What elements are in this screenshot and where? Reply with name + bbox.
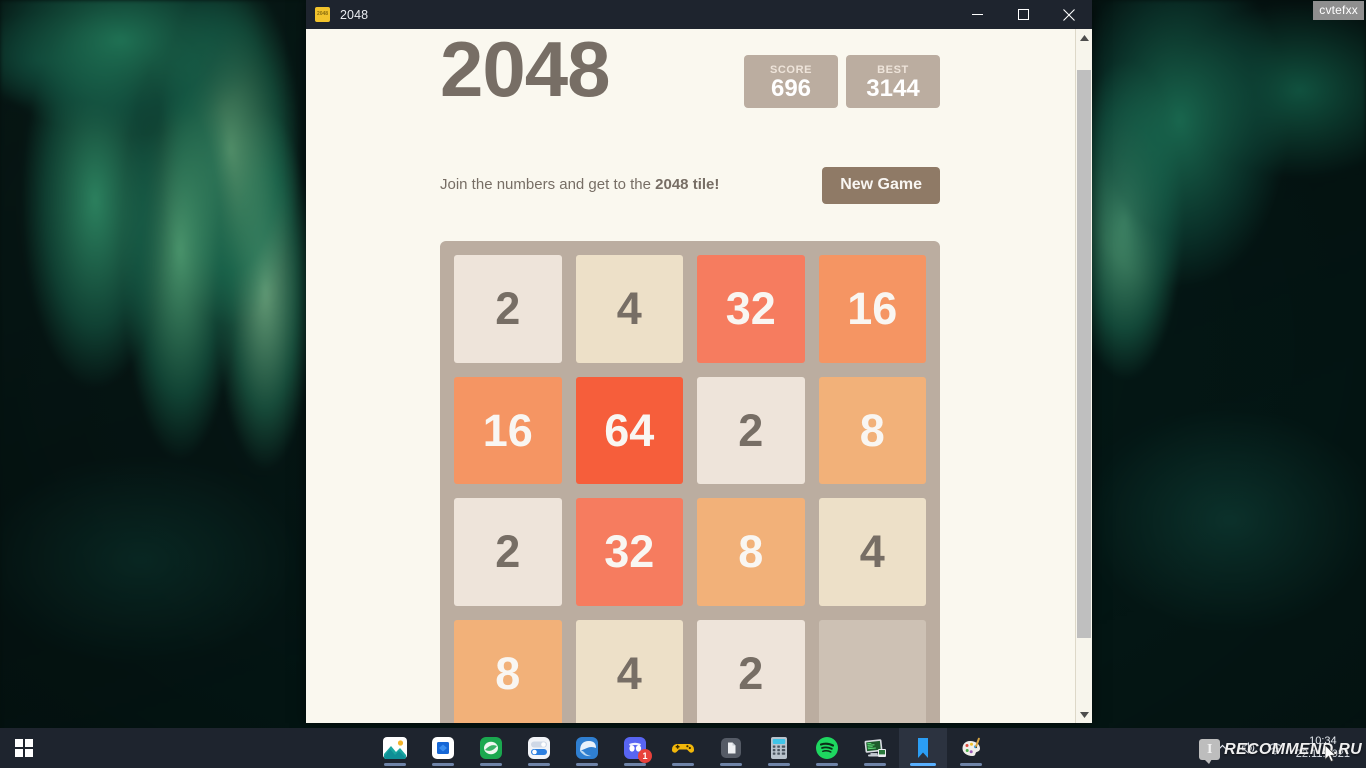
best-score-box: BEST 3144: [846, 55, 940, 108]
taskbar-item-photos[interactable]: [371, 728, 419, 768]
notification-badge: 1: [638, 749, 652, 763]
document-icon: [718, 735, 744, 761]
taskbar-item-spotify[interactable]: [803, 728, 851, 768]
taskbar-apps: 1: [371, 728, 995, 768]
app-2048-icon: 2048: [315, 7, 330, 22]
game-tagline: Join the numbers and get to the 2048 til…: [440, 175, 719, 195]
grid-tile-4: 4: [575, 619, 683, 723]
grid-tile-4: 4: [575, 255, 683, 363]
grid-tile-2: 2: [454, 498, 562, 606]
windows-start-icon[interactable]: [0, 728, 48, 768]
corner-tag: cvtefxx: [1313, 1, 1364, 20]
page-title: 2048: [440, 29, 611, 113]
calculator-icon: [766, 735, 792, 761]
taskbar-item-calculator[interactable]: [755, 728, 803, 768]
settings-toggle-icon: [526, 735, 552, 761]
score-label: SCORE: [769, 63, 813, 76]
spotify-icon: [814, 735, 840, 761]
best-value: 3144: [866, 74, 920, 102]
grid-tile-2: 2: [697, 376, 805, 484]
new-game-button[interactable]: New Game: [822, 166, 940, 204]
taskbar-item-store[interactable]: [419, 728, 467, 768]
taskbar-item-remote-desktop[interactable]: [851, 728, 899, 768]
grid-tile-16: 16: [818, 255, 926, 363]
gamepad-icon: [670, 735, 696, 761]
taskbar-running-indicator: [432, 763, 454, 766]
photos-icon: [382, 735, 408, 761]
grid-cell-empty: [818, 619, 926, 723]
store-icon: [430, 735, 456, 761]
taskbar-running-indicator: [864, 763, 886, 766]
taskbar-running-indicator: [672, 763, 694, 766]
taskbar-running-indicator: [720, 763, 742, 766]
window-title: 2048: [340, 7, 369, 22]
score-value: 696: [770, 74, 812, 102]
best-label: BEST: [877, 63, 909, 76]
scrollbar-thumb[interactable]: [1077, 70, 1091, 638]
taskbar-item-settings[interactable]: [515, 728, 563, 768]
taskbar-item-paint[interactable]: [947, 728, 995, 768]
grid-tile-8: 8: [454, 619, 562, 723]
paint-palette-icon: [958, 735, 984, 761]
maximize-icon[interactable]: [1000, 0, 1046, 29]
grid-tile-8: 8: [697, 498, 805, 606]
subtitle-row: Join the numbers and get to the 2048 til…: [440, 165, 940, 205]
taskbar-clock[interactable]: 10:34 22.11.2021: [1288, 728, 1360, 768]
minimize-icon[interactable]: [954, 0, 1000, 29]
scrollbar-track[interactable]: [1076, 46, 1092, 706]
taskbar-item-bookmark[interactable]: [899, 728, 947, 768]
green-circle-app-icon: [478, 735, 504, 761]
close-icon[interactable]: [1046, 0, 1092, 29]
taskbar-running-indicator: [528, 763, 550, 766]
taskbar-item-green-app[interactable]: [467, 728, 515, 768]
wifi-icon[interactable]: [1262, 728, 1288, 768]
grid-tile-2: 2: [697, 619, 805, 723]
taskbar-item-game-controller[interactable]: [659, 728, 707, 768]
window-controls: [954, 0, 1092, 29]
vertical-scrollbar[interactable]: [1075, 29, 1092, 723]
tagline-prefix: Join the numbers and get to the: [440, 176, 656, 193]
speaker-icon[interactable]: [1236, 728, 1262, 768]
game-content: 2048 SCORE 696 BEST 3144 Join the number…: [306, 29, 1075, 723]
taskbar-running-indicator: [910, 763, 936, 766]
edge-browser-icon: [574, 735, 600, 761]
scroll-up-icon[interactable]: [1076, 29, 1092, 46]
game-header: 2048 SCORE 696 BEST 3144: [440, 29, 940, 141]
grid-tile-32: 32: [697, 255, 805, 363]
tagline-strong: 2048 tile!: [655, 176, 720, 193]
taskbar-item-discord[interactable]: 1: [611, 728, 659, 768]
grid-tile-4: 4: [818, 498, 926, 606]
taskbar-running-indicator: [384, 763, 406, 766]
window-body: 2048 SCORE 696 BEST 3144 Join the number…: [306, 29, 1092, 723]
taskbar-running-indicator: [960, 763, 982, 766]
taskbar-running-indicator: [768, 763, 790, 766]
taskbar-running-indicator: [480, 763, 502, 766]
grid-tile-16: 16: [454, 376, 562, 484]
chevron-up-icon[interactable]: [1210, 728, 1236, 768]
taskbar-item-browser[interactable]: [563, 728, 611, 768]
clock-date: 22.11.2021: [1295, 748, 1350, 760]
score-container: SCORE 696 BEST 3144: [744, 55, 940, 108]
grid-tile-8: 8: [818, 376, 926, 484]
scroll-down-icon[interactable]: [1076, 706, 1092, 723]
mouse-cursor-icon: [1325, 745, 1337, 762]
taskbar-item-document[interactable]: [707, 728, 755, 768]
taskbar-running-indicator: [576, 763, 598, 766]
clock-time: 10:34: [1309, 735, 1337, 747]
grid-tile-2: 2: [454, 255, 562, 363]
window-titlebar[interactable]: 2048 2048: [306, 0, 1092, 29]
remote-desktop-icon: [862, 735, 888, 761]
score-box: SCORE 696: [744, 55, 838, 108]
game-grid[interactable]: 2 4 32 16 16 64 2 8 2 32 8 4 8 4 2: [440, 241, 940, 723]
taskbar: 1 10:34 22.11.2021 I RECOMMEND.RU: [0, 728, 1366, 768]
taskbar-running-indicator: [624, 763, 646, 766]
game-window: 2048 2048 2048 SCORE 696 BEST 3144 Join …: [306, 0, 1092, 723]
grid-tile-32: 32: [575, 498, 683, 606]
taskbar-running-indicator: [816, 763, 838, 766]
discord-icon: 1: [622, 735, 652, 763]
grid-tile-64: 64: [575, 376, 683, 484]
system-tray: 10:34 22.11.2021: [1210, 728, 1366, 768]
bookmark-icon: [910, 735, 936, 761]
